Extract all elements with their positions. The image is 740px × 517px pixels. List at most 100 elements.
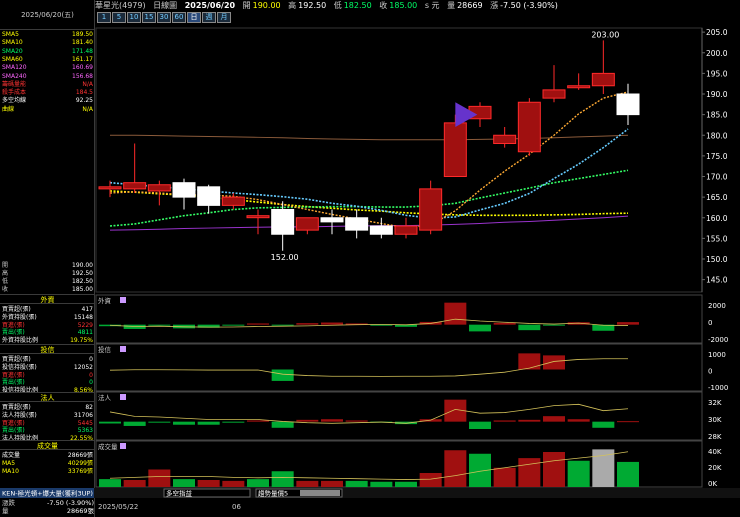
candle-body [369,225,393,235]
volume-bar [345,480,368,487]
main-panel-frame [95,27,703,293]
price-tick: 155.0 [706,234,728,243]
trust-bar [543,355,565,370]
price-tick: 200.0 [706,49,728,58]
trust-panel-title: 投信 [98,345,112,354]
volume-tick: 0K [708,480,717,488]
inst-bar [543,416,565,422]
foreign-bar [296,323,319,325]
inst-bar [567,419,590,422]
max-price-label: 203.00 [591,30,619,39]
foreign-bar [518,324,541,331]
inst-bar [123,421,146,426]
volume-bar [617,461,639,487]
ma10-line [109,128,629,219]
candle-body [271,209,295,235]
candle-body [443,122,467,177]
ma240-line [110,134,629,141]
inst-bar [148,421,171,423]
price-tick: 160.0 [706,214,728,223]
bottom-vol-value: 28669張 [67,507,95,515]
foreign-tick: -2000 [708,336,728,344]
foreign-panel-title: 外資 [98,296,112,305]
candle-body [419,188,443,231]
foreign-bar [469,324,491,332]
indicator-select-2-label[interactable]: 趨勢量價5 [258,489,288,498]
inst-bar [518,419,541,422]
candle-body [172,182,196,198]
candle-body [197,186,221,206]
candle-body [567,85,591,89]
foreign-bar [148,324,171,326]
inst-bar [493,420,516,422]
candle-body [147,184,171,192]
price-tick: 175.0 [706,152,728,161]
inst-tick: 30K [708,416,722,424]
inst-panel-frame [95,391,703,441]
candle-body [394,225,418,235]
candle-body [98,186,122,190]
chart-canvas: 205.0 200.0 195.0 190.0 185.0 180.0 175.0 170.0… [95,27,728,488]
price-tick: 195.0 [706,69,728,78]
inst-bar [617,421,639,423]
inst-bar [592,421,615,428]
inst-tick: 32K [708,399,722,407]
volume-panel-icon [120,443,126,449]
foreign-bar [617,322,639,325]
indicator-select-1-label[interactable]: 多空指益 [166,489,193,498]
volume-bar [173,479,195,487]
price-tick: 205.0 [706,28,728,37]
inst-bar [296,419,319,422]
candle-body [616,93,640,116]
volume-bar [247,479,269,487]
trust-panel-frame [95,343,703,392]
volume-bar [148,469,171,487]
candle-body [591,72,615,87]
candle-body [345,217,369,231]
volume-bar [99,479,121,487]
volume-bar [518,458,541,487]
inst-bar [99,421,121,424]
volume-bar [444,450,467,487]
price-tick: 185.0 [706,111,728,120]
volume-bar [271,471,294,487]
inst-bar [197,421,220,425]
scrollbar-thumb[interactable] [300,490,340,496]
price-tick: 150.0 [706,255,728,264]
inst-tick: 28K [708,433,722,441]
inst-panel-icon [120,394,126,400]
trust-tick: 0 [708,368,712,376]
indicator-tab-1[interactable]: KEN-極光頓+爆大量(獲利3UP) [2,489,93,498]
inst-bar [247,420,269,422]
inst-bar [345,420,368,422]
foreign-panel-frame [95,294,703,344]
price-tick: 180.0 [706,131,728,140]
price-tick: 165.0 [706,193,728,202]
volume-bar [395,481,417,487]
volume-bar [567,460,590,487]
volume-bar [222,480,245,487]
timeline-mid-label: 06 [232,503,241,511]
ma120-line [109,215,629,231]
trust-tick: 1000 [708,351,726,359]
foreign-bar [444,302,467,325]
inst-bar [469,421,491,429]
volume-bar [493,467,516,487]
price-tick: 170.0 [706,173,728,182]
ma20-line [109,169,629,227]
foreign-bar [247,323,269,325]
bottom-vol-label: 量 [2,507,9,515]
inst-bar [321,419,343,422]
volume-bar [321,480,343,487]
volume-tick: 20K [708,464,722,472]
bottom-row1-bg [0,488,740,498]
candle-body [123,182,147,190]
price-tick: 190.0 [706,90,728,99]
candle-body [542,89,566,99]
candle-body [221,196,245,206]
foreign-panel-icon [120,297,126,303]
foreign-bar [271,324,294,326]
volume-bar [543,452,565,487]
volume-bar [123,480,146,487]
volume-bar [592,449,615,487]
